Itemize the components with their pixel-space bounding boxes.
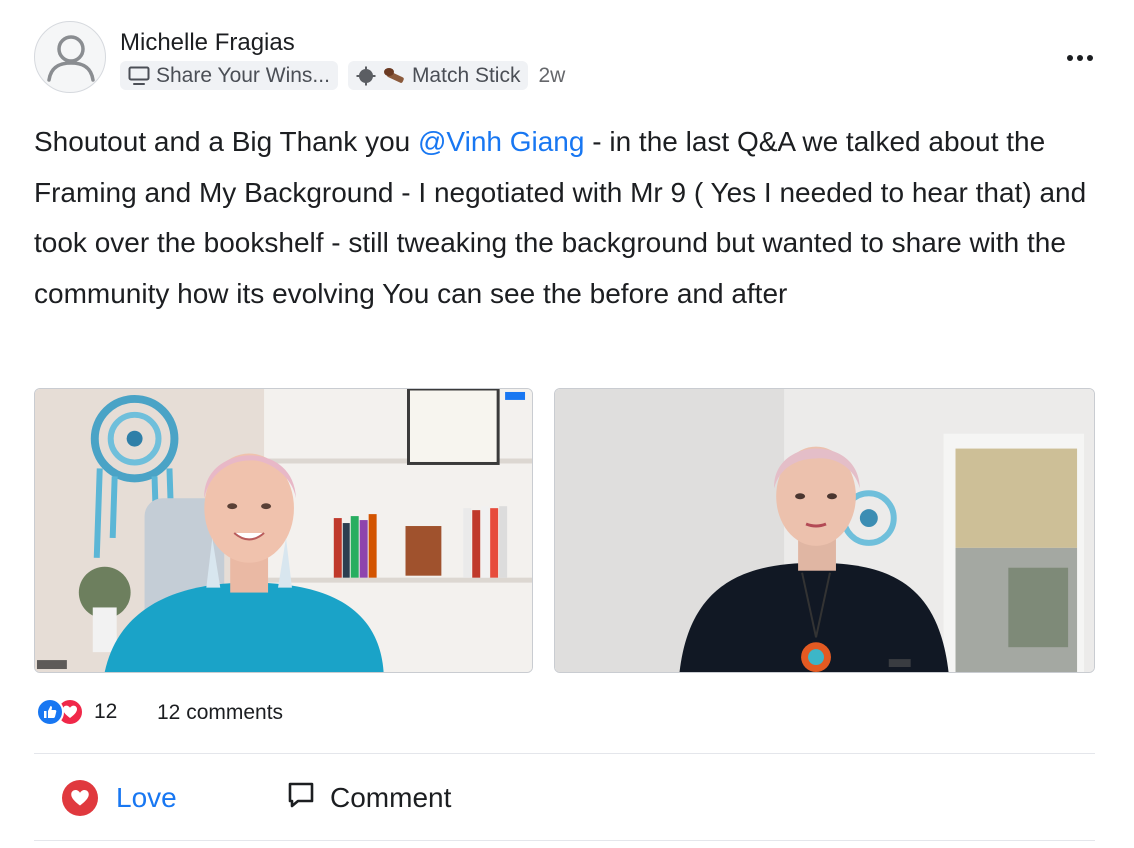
- monitor-icon: [128, 66, 150, 86]
- author-name[interactable]: Michelle Fragias: [120, 29, 295, 57]
- divider: [34, 840, 1095, 841]
- dot-icon: [1077, 55, 1083, 61]
- badge-chip[interactable]: Match Stick: [347, 61, 529, 90]
- post-text: Shoutout and a Big Thank you @Vinh Giang…: [34, 117, 1099, 319]
- mention-link[interactable]: @Vinh Giang: [418, 126, 584, 157]
- reaction-summary[interactable]: 12: [36, 698, 117, 726]
- love-label: Love: [116, 782, 177, 813]
- comment-label: Comment: [330, 782, 452, 813]
- avatar[interactable]: [34, 21, 106, 93]
- post-time[interactable]: 2w: [538, 64, 565, 88]
- comments-count-link[interactable]: 12 comments: [157, 701, 283, 725]
- post-text-intro: Shoutout and a Big Thank you: [34, 126, 418, 157]
- comment-bubble-icon: [286, 780, 316, 817]
- reaction-count: 12: [94, 700, 118, 723]
- post-image-before[interactable]: [34, 388, 533, 673]
- dot-icon: [1087, 55, 1093, 61]
- heart-icon: [62, 780, 98, 816]
- more-options-button[interactable]: [1064, 50, 1096, 66]
- badge-gear-icon: [356, 66, 376, 86]
- divider: [34, 753, 1095, 754]
- thumbs-up-icon: [36, 698, 64, 726]
- love-button[interactable]: Love: [62, 778, 177, 818]
- post-image-after[interactable]: [554, 388, 1095, 673]
- category-label: Share Your Wins...: [156, 63, 330, 87]
- match-stick-icon: [382, 65, 406, 87]
- comment-button[interactable]: Comment: [286, 778, 451, 818]
- dot-icon: [1067, 55, 1073, 61]
- post-meta: Share Your Wins... Match Stick 2w: [120, 61, 565, 90]
- post-card: Michelle Fragias Share Your Wins... Matc…: [0, 0, 1134, 848]
- category-chip[interactable]: Share Your Wins...: [120, 61, 338, 90]
- default-user-icon: [47, 35, 95, 82]
- badge-label: Match Stick: [411, 63, 521, 87]
